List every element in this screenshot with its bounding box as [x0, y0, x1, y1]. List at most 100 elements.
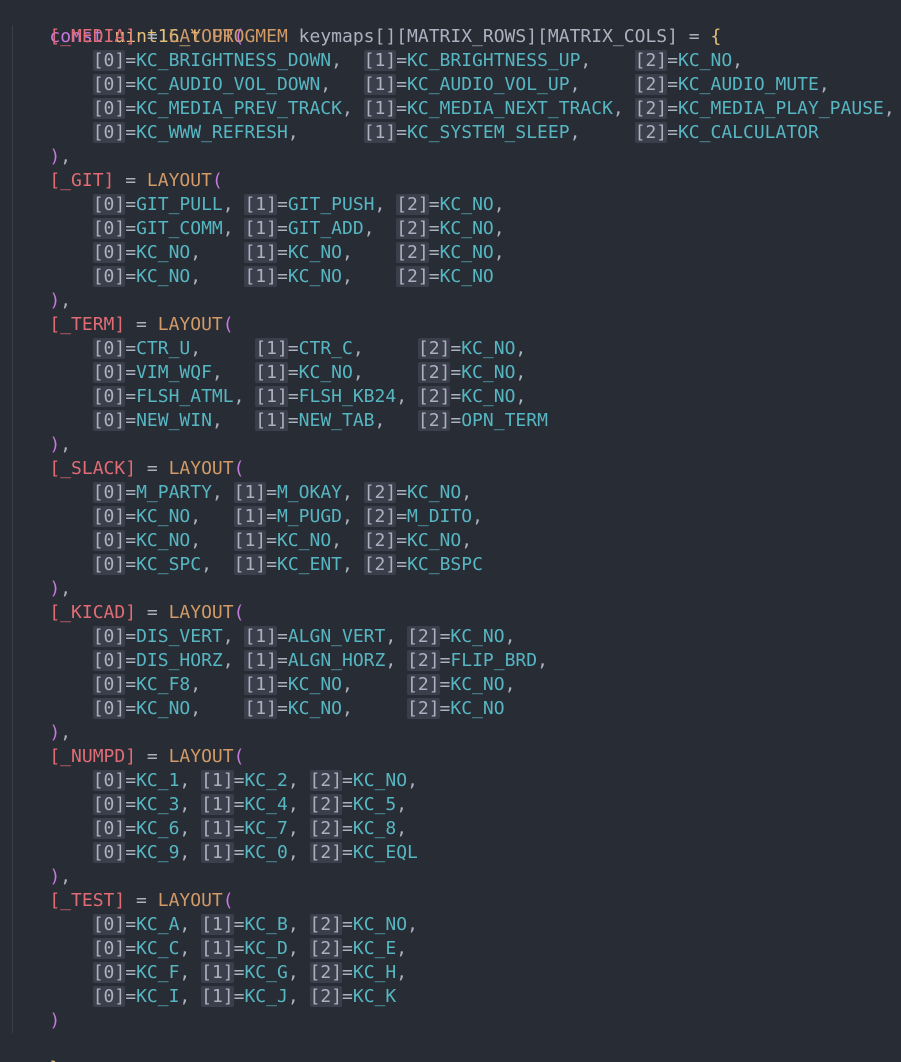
- code-editor[interactable]: const uint16_t PROGMEM keymaps[][MATRIX_…: [0, 0, 901, 1062]
- equals-op: =: [233, 818, 245, 839]
- comma: ,: [179, 938, 191, 959]
- keycode: KC_NO: [352, 770, 408, 791]
- column-index: [1]: [201, 794, 234, 815]
- assign-op: =: [677, 26, 711, 47]
- equals-op: =: [439, 698, 451, 719]
- keycode: VIM_WQF: [136, 362, 212, 383]
- close-paren: ): [49, 146, 61, 167]
- keycode: KC_NO: [450, 698, 505, 719]
- keycode: M_DITO: [407, 506, 473, 527]
- equals-op: =: [125, 266, 137, 287]
- column-index: [1]: [233, 554, 267, 575]
- column-index: [2]: [363, 554, 397, 575]
- column-index: [1]: [244, 242, 277, 263]
- keycode: KC_F: [136, 962, 180, 983]
- keymap-row: [0]=KC_3, [1]=KC_4, [2]=KC_5,: [6, 793, 407, 817]
- keymap-row: [0]=GIT_PULL, [1]=GIT_PUSH, [2]=KC_NO,: [6, 193, 505, 217]
- equals-op: =: [125, 194, 137, 215]
- column-index: [2]: [309, 794, 343, 815]
- keycode: KC_NO: [276, 530, 332, 551]
- open-paren: (: [233, 602, 245, 623]
- comma: ,: [287, 938, 299, 959]
- comma: ,: [493, 242, 505, 263]
- keycode: KC_NO: [461, 386, 516, 407]
- equals-op: =: [396, 98, 408, 119]
- column-index: [2]: [309, 938, 343, 959]
- keymap-row: [0]=KC_I, [1]=KC_J, [2]=KC_K: [6, 985, 396, 1009]
- comma: ,: [287, 770, 299, 791]
- comma: ,: [320, 74, 332, 95]
- layout-macro: LAYOUT: [157, 890, 223, 911]
- comma: ,: [287, 986, 299, 1007]
- layer-label: [_GIT]: [49, 170, 115, 191]
- equals-op: =: [125, 698, 137, 719]
- equals-op: =: [396, 506, 408, 527]
- column-index: [2]: [309, 962, 343, 983]
- open-paren: (: [233, 746, 245, 767]
- column-index: [2]: [417, 410, 451, 431]
- keymap-row: [0]=KC_MEDIA_PREV_TRACK, [1]=KC_MEDIA_NE…: [6, 97, 895, 121]
- layer-close: ): [6, 1009, 60, 1033]
- equals-op: =: [125, 122, 137, 143]
- keycode: KC_2: [244, 770, 288, 791]
- keycode: OPN_TERM: [461, 410, 548, 431]
- equals-op: =: [125, 842, 137, 863]
- comma: ,: [504, 626, 516, 647]
- comma: ,: [515, 386, 527, 407]
- layer-header: [_TEST] = LAYOUT(: [6, 889, 233, 913]
- comma: ,: [407, 914, 418, 935]
- equals-op: =: [125, 530, 137, 551]
- comma: ,: [190, 698, 202, 719]
- keycode: KC_MEDIA_NEXT_TRACK: [407, 98, 613, 119]
- comma: ,: [341, 98, 353, 119]
- comma: ,: [179, 818, 191, 839]
- comma: ,: [179, 794, 191, 815]
- column-index: [1]: [363, 74, 397, 95]
- comma: ,: [472, 506, 483, 527]
- comma: ,: [342, 506, 353, 527]
- equals-op: =: [125, 650, 137, 671]
- column-index: [0]: [92, 122, 126, 143]
- keycode: KC_BRIGHTNESS_DOWN: [136, 50, 332, 71]
- column-index: [2]: [363, 530, 397, 551]
- equals-op: =: [125, 362, 137, 383]
- column-index: [1]: [255, 410, 288, 431]
- comma: ,: [385, 626, 397, 647]
- array-dims: []: [374, 26, 397, 47]
- equals-op: =: [125, 770, 137, 791]
- equals-op: =: [276, 698, 288, 719]
- column-index: [0]: [92, 674, 126, 695]
- assign-op: =: [136, 458, 169, 479]
- layer-label: [_TERM]: [49, 314, 126, 335]
- equals-op: =: [439, 650, 451, 671]
- column-index: [1]: [244, 194, 277, 215]
- column-index: [0]: [92, 386, 126, 407]
- keycode: M_PARTY: [136, 482, 212, 503]
- comma: ,: [493, 218, 505, 239]
- column-index: [1]: [201, 818, 234, 839]
- column-index: [0]: [92, 242, 126, 263]
- keycode: KC_D: [244, 938, 288, 959]
- keycode: KC_NO: [439, 266, 494, 287]
- comma: ,: [287, 914, 299, 935]
- column-index: [2]: [309, 914, 343, 935]
